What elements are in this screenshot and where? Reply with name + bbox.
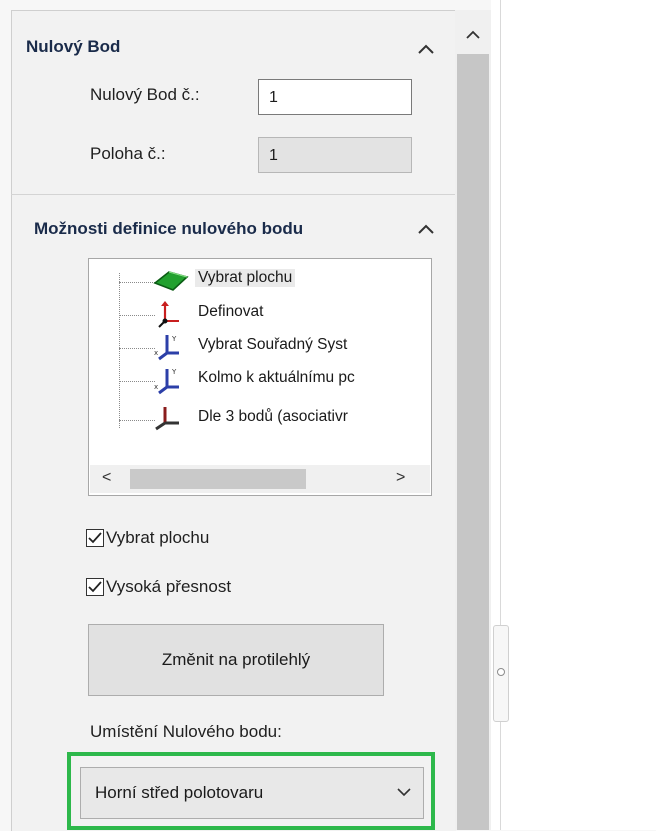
horizontal-scrollbar-thumb[interactable] [130,469,306,489]
chevron-down-icon [397,788,411,797]
tree-guide-line [119,315,155,316]
placement-label: Umístění Nulového bodu: [90,722,282,741]
select-face-checkbox[interactable] [86,529,104,547]
tree-horizontal-scrollbar[interactable]: < > [90,465,430,493]
svg-text:Y: Y [171,368,177,376]
zero-point-number-field[interactable]: 1 [258,79,412,115]
section-divider [11,194,455,195]
select-face-checkbox-label: Vybrat plochu [106,528,210,547]
scroll-right-button[interactable]: > [396,469,405,487]
high-precision-checkbox-row[interactable]: Vysoká přesnost [86,577,231,597]
placement-dropdown-value: Horní střed polotovaru [95,783,264,802]
checkmark-icon [88,581,102,593]
tree-guide-line [119,420,155,421]
graphics-area [491,0,656,830]
tree-item-three-points[interactable]: Dle 3 bodů (asociativr [198,408,348,426]
section-title-definition-options: Možnosti definice nulového bodu [34,219,304,238]
tree-item-select-face[interactable]: Vybrat plochu [195,269,296,287]
perpendicular-axes-icon: Y x [154,368,179,395]
green-face-icon [153,271,189,291]
splitter-line [500,0,501,625]
high-precision-checkbox-label: Vysoká přesnost [106,577,232,596]
placement-dropdown[interactable]: Horní střed polotovaru [80,767,424,819]
tree-item-perpendicular[interactable]: Kolmo k aktuálnímu pc [198,369,355,387]
select-face-checkbox-row[interactable]: Vybrat plochu [86,528,209,548]
collapse-section-button[interactable] [418,222,434,240]
tree-guide-line [119,282,155,283]
checkmark-icon [88,532,102,544]
define-axes-icon [158,301,179,328]
svg-text:x: x [154,383,158,391]
position-number-field: 1 [258,137,412,173]
tree-guide-line [119,348,155,349]
scroll-left-button[interactable]: < [102,469,111,487]
section-title-zero-point: Nulový Bod [26,37,121,56]
collapse-section-button[interactable] [418,42,434,60]
chevron-up-icon [418,44,434,54]
splitter-line [500,720,501,830]
tree-guide-line [119,273,120,428]
zero-point-number-label: Nulový Bod č.: [90,85,200,104]
vertical-scrollbar-thumb[interactable] [457,54,489,830]
chevron-up-icon [418,224,434,234]
chevron-up-icon [466,30,480,39]
scroll-up-button[interactable] [460,24,486,46]
svg-text:Y: Y [171,335,177,343]
svg-text:x: x [154,349,158,357]
flip-to-opposite-button[interactable]: Změnit na protilehlý [88,624,384,696]
tree-guide-line [119,381,155,382]
position-number-label: Poloha č.: [90,144,166,163]
high-precision-checkbox[interactable] [86,578,104,596]
tree-item-select-coordinate-system[interactable]: Vybrat Souřadný Syst [198,336,347,354]
tree-item-define[interactable]: Definovat [198,303,263,321]
three-point-axes-icon [155,407,179,431]
splitter-grip-icon [497,668,505,676]
coordinate-system-icon: Y x [154,335,179,361]
